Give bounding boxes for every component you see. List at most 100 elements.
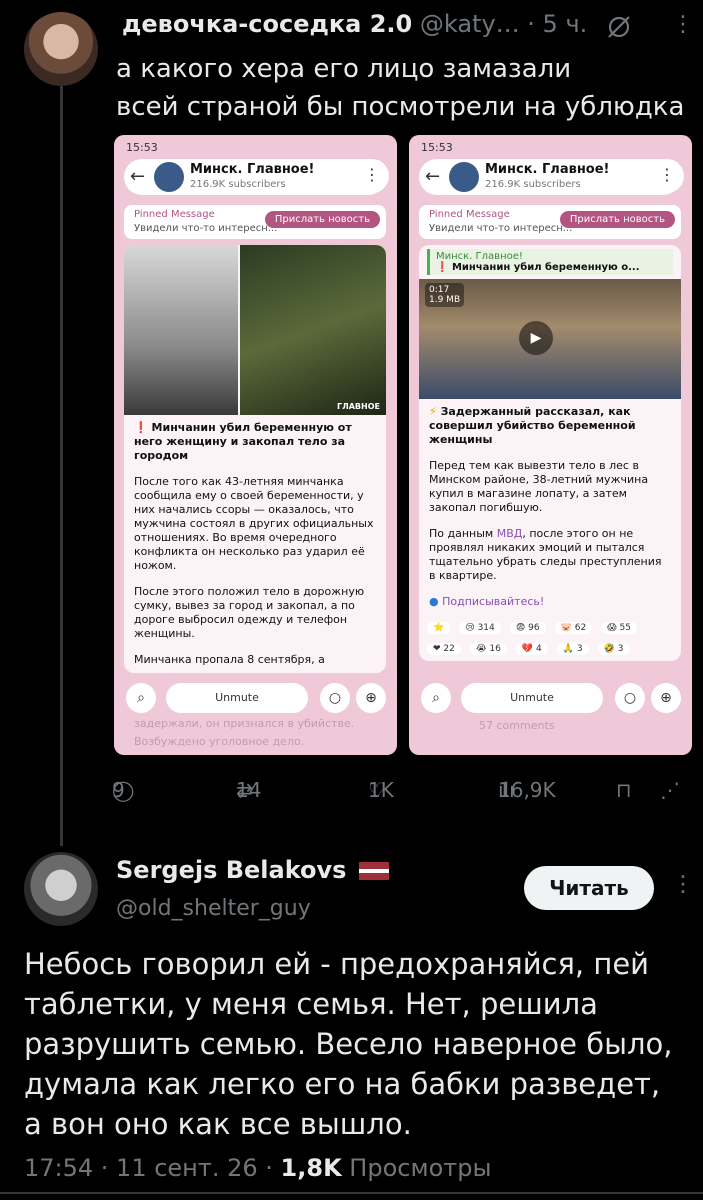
reaction: 🤣 3 — [597, 643, 630, 655]
media-image-2[interactable]: 15:53 ← Минск. Главное! 216.9K subscribe… — [409, 135, 692, 755]
channel-post: ГЛАВНОЕ ❗ Минчанин убил беременную от не… — [124, 245, 386, 673]
author-name[interactable]: девочка-соседка 2.0 — [122, 10, 412, 38]
channel-avatar — [154, 162, 184, 192]
search-icon: ⌕ — [126, 683, 156, 713]
unmute-button: Unmute — [166, 683, 308, 713]
tweet-timestamp[interactable]: 17:54 · 11 сент. 26 · — [24, 1154, 281, 1182]
back-arrow-icon: ← — [130, 166, 146, 187]
tweet-meta: 17:54 · 11 сент. 26 · 1,8K Просмотры — [24, 1154, 491, 1182]
reply-quote: Минск. Главное! ❗ Минчанин убил беременн… — [427, 249, 673, 275]
video-meta: 0:17 1.9 MB — [425, 283, 465, 307]
reaction: 🐷 62 — [554, 622, 593, 634]
pinned-text: Увидели что-то интересн... — [134, 223, 278, 234]
comment-icon: ○ — [615, 683, 645, 713]
views-count: 1,8K — [280, 1154, 342, 1182]
tweet-text: Небось говорил ей - предохраняйся, пей т… — [24, 947, 673, 1141]
latvia-flag-icon — [358, 862, 389, 880]
divider — [0, 1192, 703, 1194]
status-time: 15:53 — [421, 141, 453, 154]
post-bottom-text: задержали, он признался в убийстве. Возб… — [114, 717, 397, 755]
post-paragraph: Перед тем как вывезти тело в лес в Минск… — [429, 459, 649, 514]
tweet-time[interactable]: · 5 ч. — [527, 10, 587, 38]
reaction: ❤ 22 — [427, 643, 461, 655]
pinned-label: Pinned Message — [134, 209, 215, 220]
channel-header: ← Минск. Главное! 216.9K subscribers — [419, 159, 681, 195]
status-time: 15:53 — [126, 141, 158, 154]
post-headline: ❗ Минчанин убил беременную от него женщи… — [134, 421, 352, 462]
reaction: 😱 55 — [601, 622, 637, 634]
follow-button[interactable]: Читать — [524, 866, 654, 910]
post-photos: ГЛАВНОЕ — [124, 245, 386, 415]
video-thumbnail: 0:17 1.9 MB ▶ — [419, 279, 681, 399]
channel-subscribers: 216.9K subscribers — [190, 179, 286, 190]
back-arrow-icon: ← — [425, 166, 441, 187]
more-icon[interactable]: ⋮ — [672, 872, 694, 897]
menu-icon: ⋮ — [355, 159, 389, 193]
tweet-text-line: а какого хера его лицо замазали — [116, 54, 572, 84]
tweet-text: а какого хера его лицо замазали всей стр… — [116, 50, 686, 126]
subscribe-link: ● Подписывайтесь! — [429, 595, 545, 608]
share-icon[interactable]: ⋰ — [660, 778, 680, 802]
pinned-message: Pinned Message Увидели что-то интересн..… — [124, 205, 386, 239]
channel-post: Минск. Главное! ❗ Минчанин убил беременн… — [419, 245, 681, 661]
post-paragraph: Минчанка пропала 8 сентября, а — [134, 653, 325, 666]
pinned-message: Pinned Message Увидели что-то интересн..… — [419, 205, 681, 239]
post-bottom-line: Возбуждено уголовное дело. — [134, 735, 305, 748]
comments-row: 57 comments — [409, 719, 692, 755]
send-news-button: Прислать новость — [264, 211, 380, 228]
woman-photo — [124, 245, 238, 415]
mvd-link: МВД — [496, 527, 523, 540]
play-icon: ▶ — [519, 321, 553, 355]
reply-channel: Минск. Главное! — [436, 251, 523, 262]
reaction: 😨 96 — [509, 622, 546, 634]
channel-header: ← Минск. Главное! 216.9K subscribers — [124, 159, 386, 195]
headline-text: Задержанный рассказал, как совершил убий… — [429, 405, 636, 446]
comment-icon: ○ — [320, 683, 350, 713]
author-name-row: Sergejs Belakovs — [116, 856, 389, 884]
send-news-button: Прислать новость — [559, 211, 675, 228]
more-icon[interactable]: ⋮ — [672, 12, 694, 37]
author-handle[interactable]: @katy… — [420, 10, 520, 38]
headline-text: Минчанин убил беременную от него женщину… — [134, 421, 352, 462]
menu-icon: ⋮ — [650, 159, 684, 193]
channel-name: Минск. Главное! — [485, 162, 610, 177]
bookmark-icon[interactable]: ⊓ — [616, 778, 632, 802]
avatar[interactable] — [24, 12, 98, 86]
author-handle[interactable]: @old_shelter_guy — [116, 896, 311, 921]
author-name[interactable]: Sergejs Belakovs — [116, 856, 346, 884]
tweet-header: девочка-соседка 2.0 @katy… · 5 ч. — [122, 10, 587, 38]
reply-text: ❗ Минчанин убил беременную о... — [436, 262, 640, 273]
views-label: Просмотры — [341, 1154, 492, 1182]
tweet-actions: ◯ 9 ⇄ 14 ♡ 1K ılı 16,9K ⊓ ⋰ — [112, 778, 680, 802]
channel-avatar — [449, 162, 479, 192]
gift-icon: ⊕ — [356, 683, 386, 713]
gift-icon: ⊕ — [651, 683, 681, 713]
crime-scene-photo: ГЛАВНОЕ — [240, 245, 386, 415]
channel-name: Минск. Главное! — [190, 162, 315, 177]
unmute-button: Unmute — [461, 683, 603, 713]
post-bottom-line: задержали, он признался в убийстве. — [134, 717, 355, 730]
post-paragraph: По данным МВД, после этого он не проявля… — [429, 527, 662, 582]
grok-icon[interactable] — [606, 14, 632, 40]
pinned-text: Увидели что-то интересн... — [429, 223, 573, 234]
avatar[interactable] — [24, 852, 98, 926]
post-paragraph: После этого положил тело в дорожную сумк… — [134, 585, 365, 640]
reaction: 😭 16 — [469, 643, 507, 655]
post-paragraph: После того как 43-летняя минчанка сообщи… — [134, 475, 374, 572]
bottom-bar: ⌕ Unmute ○ ⊕ — [419, 683, 681, 715]
post-headline: ⚡ Задержанный рассказал, как совершил уб… — [429, 405, 636, 446]
video-size: 1.9 MB — [429, 295, 461, 305]
bottom-bar: ⌕ Unmute ○ ⊕ — [124, 683, 386, 715]
reaction: 💔 4 — [515, 643, 548, 655]
comments-count: 57 comments — [479, 719, 555, 732]
photo-watermark: ГЛАВНОЕ — [337, 402, 380, 411]
tweet-text-line: всей страной бы посмотрели на ублюдка — [116, 92, 685, 122]
pinned-label: Pinned Message — [429, 209, 510, 220]
search-icon: ⌕ — [421, 683, 451, 713]
reaction: 🙏 3 — [556, 643, 589, 655]
video-time: 0:17 — [429, 285, 450, 295]
media-image-1[interactable]: 15:53 ← Минск. Главное! 216.9K subscribe… — [114, 135, 397, 755]
reaction: 😢 314 — [459, 622, 501, 634]
reaction-star: ⭐ — [427, 622, 451, 634]
thread-line — [60, 86, 63, 846]
